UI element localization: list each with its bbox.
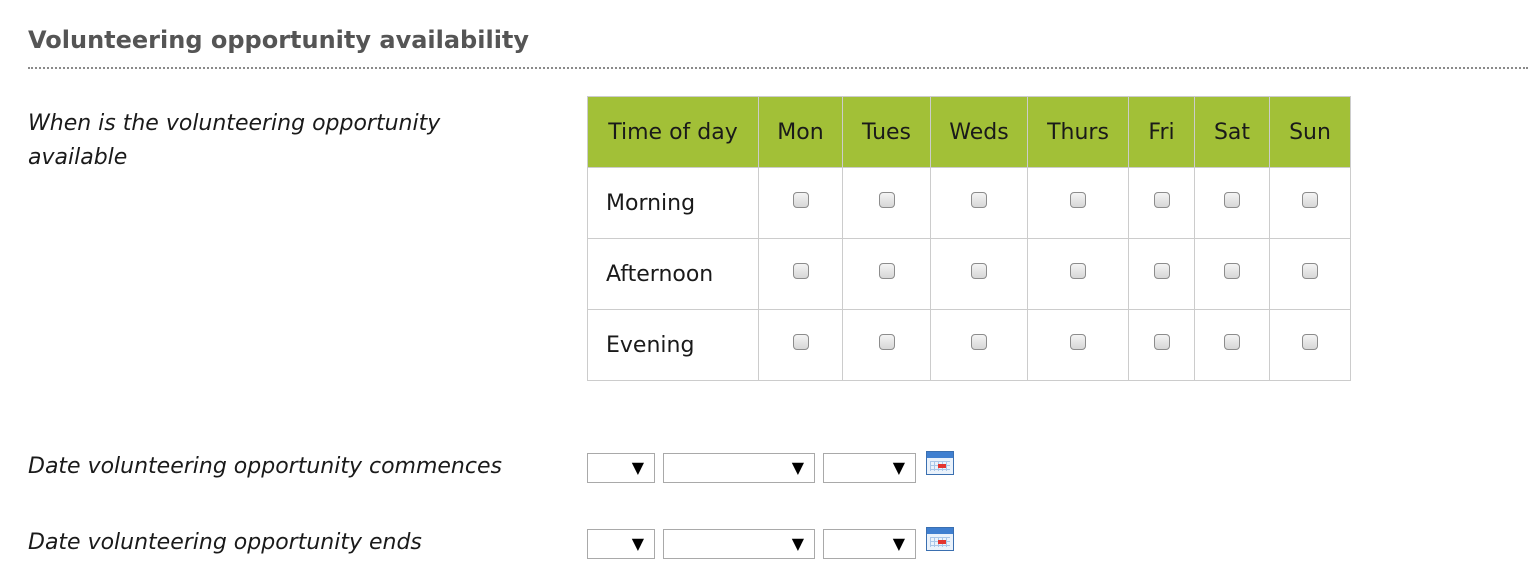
header-sun: Sun <box>1269 96 1351 168</box>
header-weds: Weds <box>930 96 1028 168</box>
end-date-label: Date volunteering opportunity ends <box>28 530 422 555</box>
header-time-of-day: Time of day <box>587 96 759 168</box>
header-fri: Fri <box>1128 96 1195 168</box>
evening-thurs-checkbox[interactable] <box>1070 334 1086 350</box>
dotted-divider <box>28 67 1528 69</box>
table-row: Evening <box>587 309 1351 381</box>
row-label-evening: Evening <box>587 309 759 381</box>
end-year-select[interactable]: ▼ <box>823 529 916 559</box>
section-title: Volunteering opportunity availability <box>28 26 530 54</box>
morning-tues-checkbox[interactable] <box>878 192 895 208</box>
evening-weds-checkbox[interactable] <box>971 334 987 350</box>
dropdown-arrow-icon: ▼ <box>631 534 644 553</box>
end-month-select[interactable]: ▼ <box>663 529 815 559</box>
dropdown-arrow-icon: ▼ <box>631 458 644 477</box>
evening-sat-checkbox[interactable] <box>1224 334 1240 350</box>
start-day-select[interactable]: ▼ <box>587 453 655 483</box>
morning-sun-checkbox[interactable] <box>1302 192 1318 208</box>
availability-label: When is the volunteering opportunity ava… <box>28 111 441 170</box>
availability-table: Time of day Mon Tues Weds Thurs Fri Sat … <box>587 96 1351 381</box>
morning-weds-checkbox[interactable] <box>971 192 987 208</box>
calendar-icon[interactable] <box>926 527 954 551</box>
table-row: Afternoon <box>587 238 1351 310</box>
evening-mon-checkbox[interactable] <box>792 334 809 350</box>
dropdown-arrow-icon: ▼ <box>791 458 804 477</box>
evening-sun-checkbox[interactable] <box>1302 334 1318 350</box>
evening-fri-checkbox[interactable] <box>1153 334 1170 350</box>
dropdown-arrow-icon: ▼ <box>892 534 905 553</box>
afternoon-sat-checkbox[interactable] <box>1224 263 1240 279</box>
start-month-select[interactable]: ▼ <box>663 453 815 483</box>
morning-mon-checkbox[interactable] <box>792 192 809 208</box>
dropdown-arrow-icon: ▼ <box>892 458 905 477</box>
dropdown-arrow-icon: ▼ <box>791 534 804 553</box>
end-day-select[interactable]: ▼ <box>587 529 655 559</box>
afternoon-mon-checkbox[interactable] <box>792 263 809 279</box>
morning-sat-checkbox[interactable] <box>1224 192 1240 208</box>
afternoon-weds-checkbox[interactable] <box>971 263 987 279</box>
header-tues: Tues <box>842 96 931 168</box>
morning-fri-checkbox[interactable] <box>1153 192 1170 208</box>
start-year-select[interactable]: ▼ <box>823 453 916 483</box>
calendar-icon[interactable] <box>926 451 954 475</box>
afternoon-fri-checkbox[interactable] <box>1153 263 1170 279</box>
header-thurs: Thurs <box>1027 96 1129 168</box>
header-sat: Sat <box>1194 96 1270 168</box>
afternoon-sun-checkbox[interactable] <box>1302 263 1318 279</box>
evening-tues-checkbox[interactable] <box>878 334 895 350</box>
afternoon-thurs-checkbox[interactable] <box>1070 263 1086 279</box>
afternoon-tues-checkbox[interactable] <box>878 263 895 279</box>
header-row: Time of day Mon Tues Weds Thurs Fri Sat … <box>587 96 1351 168</box>
header-mon: Mon <box>758 96 843 168</box>
start-date-label: Date volunteering opportunity commences <box>28 454 502 479</box>
row-label-afternoon: Afternoon <box>587 238 759 310</box>
table-row: Morning <box>587 167 1351 239</box>
morning-thurs-checkbox[interactable] <box>1070 192 1086 208</box>
row-label-morning: Morning <box>587 167 759 239</box>
